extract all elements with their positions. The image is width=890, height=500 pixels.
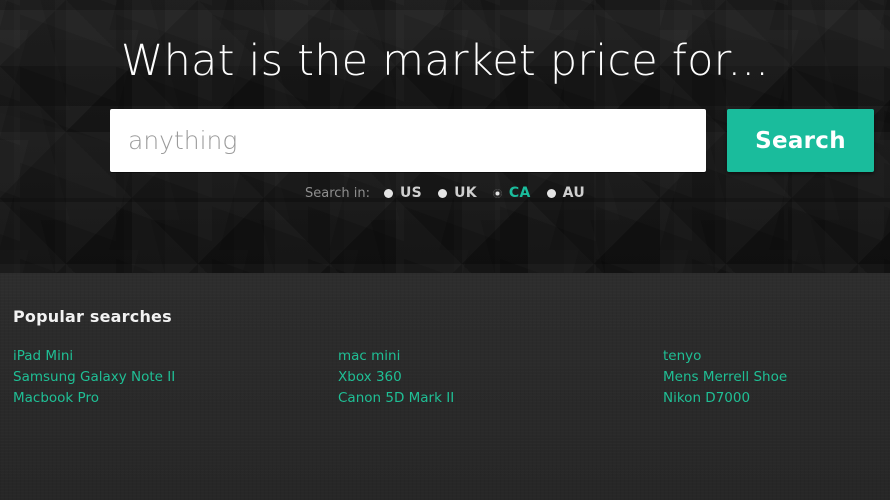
popular-searches-section: Popular searches iPad Mini Samsung Galax… xyxy=(0,273,890,500)
page-title: What is the market price for... xyxy=(120,36,770,86)
country-option-uk[interactable]: UK xyxy=(438,185,477,201)
list-item[interactable]: tenyo xyxy=(663,346,787,367)
hero-content: What is the market price for... Search S… xyxy=(0,32,890,201)
radio-icon-au[interactable] xyxy=(546,188,556,198)
hero-section: What is the market price for... Search S… xyxy=(0,0,890,273)
country-option-us[interactable]: US xyxy=(384,185,422,201)
country-label-ca: CA xyxy=(508,185,531,201)
search-button[interactable]: Search xyxy=(727,109,874,172)
list-item[interactable]: Macbook Pro xyxy=(13,388,338,409)
radio-icon-ca-selected[interactable] xyxy=(492,188,502,198)
list-item[interactable]: Mens Merrell Shoe xyxy=(663,367,787,388)
popular-searches-title: Popular searches xyxy=(13,307,172,326)
radio-icon-us[interactable] xyxy=(384,188,394,198)
list-item[interactable]: iPad Mini xyxy=(13,346,338,367)
country-label-au: AU xyxy=(562,185,585,201)
list-item[interactable]: mac mini xyxy=(338,346,663,367)
radio-icon-uk[interactable] xyxy=(438,188,448,198)
list-item[interactable]: Xbox 360 xyxy=(338,367,663,388)
search-row: Search xyxy=(0,109,890,172)
country-picker: Search in: US UK CA AU xyxy=(0,185,890,201)
search-input[interactable] xyxy=(110,109,706,172)
list-item[interactable]: Nikon D7000 xyxy=(663,388,787,409)
country-label-us: US xyxy=(400,185,423,201)
country-label-uk: UK xyxy=(454,185,477,201)
page-root: What is the market price for... Search S… xyxy=(0,0,890,500)
search-in-label: Search in: xyxy=(304,185,371,201)
popular-searches-content: Popular searches iPad Mini Samsung Galax… xyxy=(0,273,890,409)
popular-searches-column: tenyo Mens Merrell Shoe Nikon D7000 xyxy=(663,346,787,409)
country-option-au[interactable]: AU xyxy=(546,185,585,201)
popular-searches-column: mac mini Xbox 360 Canon 5D Mark II xyxy=(338,346,663,409)
country-option-ca[interactable]: CA xyxy=(492,185,531,201)
popular-searches-column: iPad Mini Samsung Galaxy Note II Macbook… xyxy=(13,346,338,409)
list-item[interactable]: Samsung Galaxy Note II xyxy=(13,367,338,388)
list-item[interactable]: Canon 5D Mark II xyxy=(338,388,663,409)
popular-searches-columns: iPad Mini Samsung Galaxy Note II Macbook… xyxy=(13,346,890,409)
